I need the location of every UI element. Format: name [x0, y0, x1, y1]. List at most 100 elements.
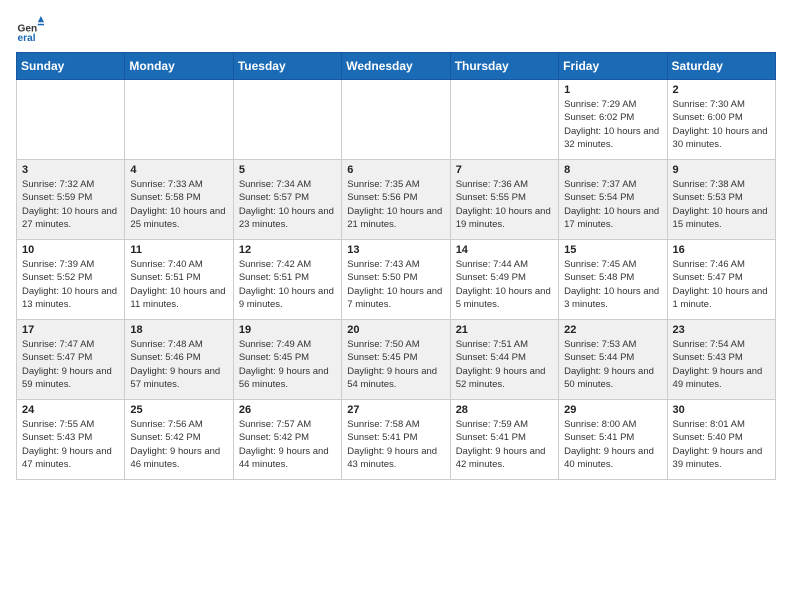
day-header-monday: Monday — [125, 53, 233, 80]
day-cell-24: 24 Sunrise: 7:55 AM Sunset: 5:43 PM Dayli… — [17, 400, 125, 480]
empty-cell — [233, 80, 341, 160]
day-info: Sunrise: 7:47 AM Sunset: 5:47 PM Dayligh… — [22, 338, 119, 391]
day-info: Sunrise: 7:37 AM Sunset: 5:54 PM Dayligh… — [564, 178, 661, 231]
day-info: Sunrise: 7:57 AM Sunset: 5:42 PM Dayligh… — [239, 418, 336, 471]
calendar-week-1: 1 Sunrise: 7:29 AM Sunset: 6:02 PM Daylig… — [17, 80, 776, 160]
day-cell-9: 9Sunrise: 7:38 AM Sunset: 5:53 PM Daylig… — [667, 160, 775, 240]
day-info: Sunrise: 7:30 AM Sunset: 6:00 PM Dayligh… — [673, 98, 770, 151]
day-cell-2: 2Sunrise: 7:30 AM Sunset: 6:00 PM Daylig… — [667, 80, 775, 160]
day-number: 19 — [239, 324, 336, 336]
day-number: 21 — [456, 324, 553, 336]
day-cell-25: 25Sunrise: 7:56 AM Sunset: 5:42 PM Dayli… — [125, 400, 233, 480]
day-info: Sunrise: 7:39 AM Sunset: 5:52 PM Dayligh… — [22, 258, 119, 311]
day-number: 1 — [564, 84, 661, 96]
day-header-wednesday: Wednesday — [342, 53, 450, 80]
day-info: Sunrise: 7:48 AM Sunset: 5:46 PM Dayligh… — [130, 338, 227, 391]
day-number: 6 — [347, 164, 444, 176]
day-number: 5 — [239, 164, 336, 176]
day-info: Sunrise: 7:46 AM Sunset: 5:47 PM Dayligh… — [673, 258, 770, 311]
empty-cell — [125, 80, 233, 160]
day-info: Sunrise: 7:32 AM Sunset: 5:59 PM Dayligh… — [22, 178, 119, 231]
day-info: Sunrise: 7:54 AM Sunset: 5:43 PM Dayligh… — [673, 338, 770, 391]
day-cell-27: 27 Sunrise: 7:58 AM Sunset: 5:41 PM Dayli… — [342, 400, 450, 480]
day-cell-7: 7Sunrise: 7:36 AM Sunset: 5:55 PM Daylig… — [450, 160, 558, 240]
day-cell-20: 20 Sunrise: 7:50 AM Sunset: 5:45 PM Dayli… — [342, 320, 450, 400]
calendar-table: SundayMondayTuesdayWednesdayThursdayFrid… — [16, 52, 776, 480]
day-info: Sunrise: 7:40 AM Sunset: 5:51 PM Dayligh… — [130, 258, 227, 311]
calendar-week-2: 3Sunrise: 7:32 AM Sunset: 5:59 PM Daylig… — [17, 160, 776, 240]
day-cell-3: 3Sunrise: 7:32 AM Sunset: 5:59 PM Daylig… — [17, 160, 125, 240]
day-info: Sunrise: 7:49 AM Sunset: 5:45 PM Dayligh… — [239, 338, 336, 391]
day-cell-22: 22 Sunrise: 7:53 AM Sunset: 5:44 PM Dayli… — [559, 320, 667, 400]
day-info: Sunrise: 7:34 AM Sunset: 5:57 PM Dayligh… — [239, 178, 336, 231]
day-number: 30 — [673, 404, 770, 416]
day-number: 22 — [564, 324, 661, 336]
day-number: 10 — [22, 244, 119, 256]
day-header-sunday: Sunday — [17, 53, 125, 80]
day-cell-6: 6 Sunrise: 7:35 AM Sunset: 5:56 PM Daylig… — [342, 160, 450, 240]
day-info: Sunrise: 7:35 AM Sunset: 5:56 PM Dayligh… — [347, 178, 444, 231]
day-info: Sunrise: 7:51 AM Sunset: 5:44 PM Dayligh… — [456, 338, 553, 391]
day-number: 18 — [130, 324, 227, 336]
day-number: 24 — [22, 404, 119, 416]
day-header-friday: Friday — [559, 53, 667, 80]
day-header-tuesday: Tuesday — [233, 53, 341, 80]
day-info: Sunrise: 8:01 AM Sunset: 5:40 PM Dayligh… — [673, 418, 770, 471]
day-info: Sunrise: 7:36 AM Sunset: 5:55 PM Dayligh… — [456, 178, 553, 231]
day-cell-12: 12 Sunrise: 7:42 AM Sunset: 5:51 PM Dayli… — [233, 240, 341, 320]
day-cell-30: 30 Sunrise: 8:01 AM Sunset: 5:40 PM Dayli… — [667, 400, 775, 480]
day-info: Sunrise: 7:43 AM Sunset: 5:50 PM Dayligh… — [347, 258, 444, 311]
calendar-week-5: 24 Sunrise: 7:55 AM Sunset: 5:43 PM Dayli… — [17, 400, 776, 480]
day-header-saturday: Saturday — [667, 53, 775, 80]
day-info: Sunrise: 7:50 AM Sunset: 5:45 PM Dayligh… — [347, 338, 444, 391]
day-info: Sunrise: 7:53 AM Sunset: 5:44 PM Dayligh… — [564, 338, 661, 391]
day-cell-26: 26 Sunrise: 7:57 AM Sunset: 5:42 PM Dayli… — [233, 400, 341, 480]
day-cell-14: 14 Sunrise: 7:44 AM Sunset: 5:49 PM Dayli… — [450, 240, 558, 320]
day-cell-17: 17 Sunrise: 7:47 AM Sunset: 5:47 PM Dayli… — [17, 320, 125, 400]
day-cell-13: 13 Sunrise: 7:43 AM Sunset: 5:50 PM Dayli… — [342, 240, 450, 320]
day-info: Sunrise: 7:55 AM Sunset: 5:43 PM Dayligh… — [22, 418, 119, 471]
day-number: 11 — [130, 244, 227, 256]
calendar-week-4: 17 Sunrise: 7:47 AM Sunset: 5:47 PM Dayli… — [17, 320, 776, 400]
day-header-thursday: Thursday — [450, 53, 558, 80]
calendar-week-3: 10 Sunrise: 7:39 AM Sunset: 5:52 PM Dayli… — [17, 240, 776, 320]
day-cell-15: 15Sunrise: 7:45 AM Sunset: 5:48 PM Dayli… — [559, 240, 667, 320]
empty-cell — [17, 80, 125, 160]
day-info: Sunrise: 7:56 AM Sunset: 5:42 PM Dayligh… — [130, 418, 227, 471]
day-info: Sunrise: 8:00 AM Sunset: 5:41 PM Dayligh… — [564, 418, 661, 471]
day-cell-29: 29 Sunrise: 8:00 AM Sunset: 5:41 PM Dayli… — [559, 400, 667, 480]
day-cell-8: 8 Sunrise: 7:37 AM Sunset: 5:54 PM Daylig… — [559, 160, 667, 240]
day-number: 8 — [564, 164, 661, 176]
day-info: Sunrise: 7:42 AM Sunset: 5:51 PM Dayligh… — [239, 258, 336, 311]
day-cell-11: 11 Sunrise: 7:40 AM Sunset: 5:51 PM Dayli… — [125, 240, 233, 320]
day-cell-4: 4Sunrise: 7:33 AM Sunset: 5:58 PM Daylig… — [125, 160, 233, 240]
day-number: 16 — [673, 244, 770, 256]
day-info: Sunrise: 7:45 AM Sunset: 5:48 PM Dayligh… — [564, 258, 661, 311]
day-cell-28: 28Sunrise: 7:59 AM Sunset: 5:41 PM Dayli… — [450, 400, 558, 480]
day-info: Sunrise: 7:59 AM Sunset: 5:41 PM Dayligh… — [456, 418, 553, 471]
day-number: 29 — [564, 404, 661, 416]
logo-icon: Gen eral — [16, 16, 44, 44]
day-number: 20 — [347, 324, 444, 336]
day-number: 26 — [239, 404, 336, 416]
day-info: Sunrise: 7:29 AM Sunset: 6:02 PM Dayligh… — [564, 98, 661, 151]
page-header: Gen eral — [16, 16, 776, 44]
empty-cell — [450, 80, 558, 160]
day-number: 13 — [347, 244, 444, 256]
day-number: 9 — [673, 164, 770, 176]
day-number: 12 — [239, 244, 336, 256]
logo: Gen eral — [16, 16, 48, 44]
day-cell-10: 10 Sunrise: 7:39 AM Sunset: 5:52 PM Dayli… — [17, 240, 125, 320]
day-cell-1: 1 Sunrise: 7:29 AM Sunset: 6:02 PM Daylig… — [559, 80, 667, 160]
day-number: 17 — [22, 324, 119, 336]
day-cell-19: 19 Sunrise: 7:49 AM Sunset: 5:45 PM Dayli… — [233, 320, 341, 400]
day-info: Sunrise: 7:58 AM Sunset: 5:41 PM Dayligh… — [347, 418, 444, 471]
day-number: 27 — [347, 404, 444, 416]
svg-text:eral: eral — [18, 33, 36, 44]
day-info: Sunrise: 7:44 AM Sunset: 5:49 PM Dayligh… — [456, 258, 553, 311]
day-number: 14 — [456, 244, 553, 256]
days-header-row: SundayMondayTuesdayWednesdayThursdayFrid… — [17, 53, 776, 80]
day-cell-21: 21 Sunrise: 7:51 AM Sunset: 5:44 PM Dayli… — [450, 320, 558, 400]
day-cell-5: 5 Sunrise: 7:34 AM Sunset: 5:57 PM Daylig… — [233, 160, 341, 240]
day-cell-18: 18 Sunrise: 7:48 AM Sunset: 5:46 PM Dayli… — [125, 320, 233, 400]
